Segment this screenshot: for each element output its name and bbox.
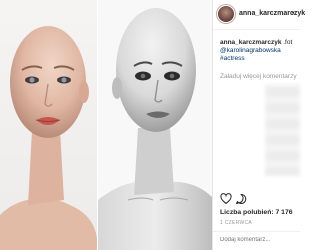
post-photo-left [0, 0, 98, 250]
caption-username[interactable]: anna_karczmarczyk [220, 39, 281, 46]
post-actions [220, 193, 300, 205]
post-caption: anna_karczmarczyk .fot @karolinagrabowsk… [220, 39, 300, 63]
heart-icon[interactable] [220, 193, 232, 205]
portrait-photo-left [0, 0, 98, 250]
comment-icon[interactable] [235, 193, 247, 205]
instagram-post: anna_karczmarczyk • anna_karczmarczyk .f… [0, 0, 305, 250]
post-photo-right [98, 0, 213, 250]
avatar[interactable] [218, 6, 234, 22]
comment-divider [213, 231, 300, 232]
post-media[interactable] [0, 0, 213, 250]
portrait-photo-right [98, 0, 213, 250]
load-more-comments-link[interactable]: Załaduj więcej komentarzy [220, 73, 297, 80]
caption-mention[interactable]: @karolinagrabowska [220, 47, 300, 55]
post-date: 1 CZERWCA [220, 220, 253, 226]
likes-count[interactable]: Liczba polubień: 7 176 [220, 209, 293, 216]
comment-input[interactable] [220, 237, 298, 243]
header-separator: • [292, 10, 295, 17]
caption-text: .fot [283, 39, 293, 46]
post-side-panel: anna_karczmarczyk • anna_karczmarczyk .f… [213, 0, 305, 250]
caption-hashtag[interactable]: #actress [220, 55, 300, 63]
post-username[interactable]: anna_karczmarczyk [239, 10, 305, 17]
blurred-comments [265, 84, 300, 176]
post-header: anna_karczmarczyk • [213, 0, 305, 30]
